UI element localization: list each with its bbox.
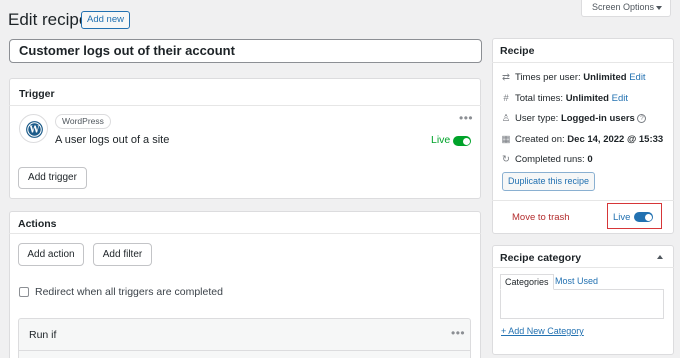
divider	[9, 233, 481, 234]
user-type-label: User type:	[515, 113, 559, 124]
tab-categories[interactable]: Categories	[500, 274, 554, 290]
actions-heading: Actions	[18, 218, 57, 230]
add-filter-button[interactable]: Add filter	[93, 243, 152, 266]
completed-runs-label: Completed runs:	[515, 154, 585, 165]
user-type-value: Logged-in users	[560, 113, 635, 124]
add-trigger-button[interactable]: Add trigger	[18, 167, 87, 189]
edit-total-times-link[interactable]: Edit	[612, 93, 628, 104]
total-times-label: Total times:	[515, 93, 564, 104]
integration-badge: WordPress	[55, 114, 111, 129]
svg-text:W: W	[28, 126, 40, 136]
add-new-category-link[interactable]: + Add New Category	[501, 326, 584, 336]
created-on-row: ▦ Created on: Dec 14, 2022 @ 15:33	[501, 134, 664, 145]
times-per-user-row: ⇄ Times per user: Unlimited Edit	[501, 72, 646, 83]
run-if-label: Run if	[29, 329, 57, 341]
divider	[492, 267, 674, 268]
wordpress-logo-icon: W	[19, 114, 48, 143]
help-icon[interactable]: ?	[637, 114, 647, 123]
trigger-live-toggle[interactable]	[453, 136, 471, 146]
divider	[492, 200, 674, 201]
redirect-checkbox[interactable]	[19, 287, 29, 297]
more-options-icon[interactable]: •••	[451, 326, 465, 340]
add-action-button[interactable]: Add action	[18, 243, 84, 266]
move-to-trash-link[interactable]: Move to trash	[512, 212, 570, 223]
screen-options-button[interactable]: Screen Options	[581, 0, 671, 17]
repeat-icon: ⇄	[502, 72, 510, 83]
hash-icon: #	[503, 93, 509, 104]
trigger-heading: Trigger	[19, 88, 55, 100]
trigger-status-label: Live	[431, 134, 451, 146]
divider	[18, 350, 471, 351]
redirect-label: Redirect when all triggers are completed	[35, 286, 223, 298]
recipe-title-input[interactable]: Customer logs out of their account	[9, 39, 482, 63]
created-on-value: Dec 14, 2022 @ 15:33	[567, 134, 664, 145]
caret-down-icon	[656, 6, 662, 10]
created-on-label: Created on:	[515, 134, 565, 145]
category-list	[500, 289, 664, 319]
recipe-heading: Recipe	[500, 45, 535, 57]
refresh-icon: ↻	[502, 154, 510, 165]
recipe-status-label: Live	[613, 212, 631, 223]
more-options-icon[interactable]: •••	[459, 111, 473, 125]
user-type-row: ♙ User type: Logged-in users ?	[501, 113, 647, 124]
calendar-icon: ▦	[501, 134, 511, 145]
times-per-user-value: Unlimited	[583, 72, 627, 83]
edit-times-per-user-link[interactable]: Edit	[629, 72, 645, 83]
recipe-category-heading: Recipe category	[500, 252, 582, 264]
completed-runs-row: ↻ Completed runs: 0	[501, 154, 593, 165]
total-times-value: Unlimited	[565, 93, 609, 104]
total-times-row: # Total times: Unlimited Edit	[501, 93, 628, 104]
add-new-button[interactable]: Add new	[81, 11, 130, 29]
user-icon: ♙	[501, 113, 511, 124]
screen-options-label: Screen Options	[592, 2, 655, 12]
trigger-description[interactable]: A user logs out of a site	[55, 134, 169, 146]
run-if-panel	[18, 318, 471, 358]
page-title: Edit recipe	[8, 10, 89, 29]
recipe-live-toggle[interactable]	[634, 212, 653, 222]
collapse-caret-icon[interactable]	[657, 255, 663, 259]
duplicate-recipe-button[interactable]: Duplicate this recipe	[502, 172, 595, 191]
divider	[9, 105, 481, 106]
divider	[492, 62, 674, 63]
completed-runs-value: 0	[587, 154, 593, 165]
tab-most-used[interactable]: Most Used	[555, 276, 598, 286]
times-per-user-label: Times per user:	[515, 72, 581, 83]
